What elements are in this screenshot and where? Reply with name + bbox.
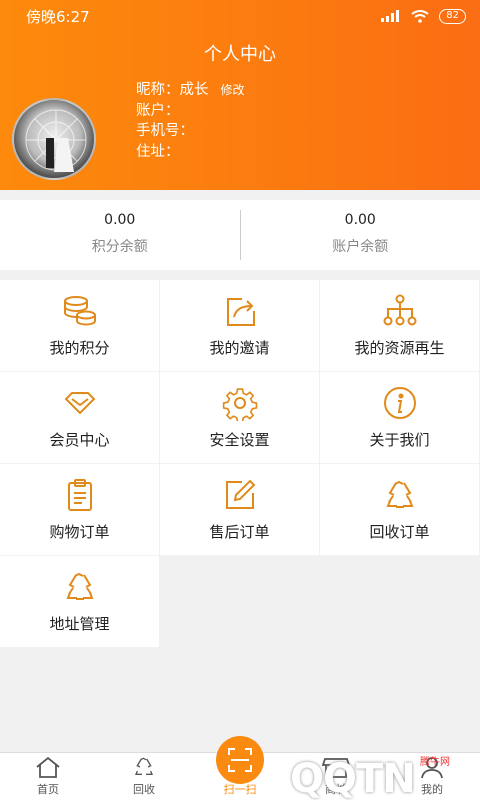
battery-icon: 82 [439,8,466,24]
menu-label: 关于我们 [369,431,430,449]
recycle-icon [135,757,153,775]
menu-item-address[interactable]: 地址管理 [0,556,160,648]
gear-icon [222,388,257,421]
balance-panel: 0.00 积分余额 0.00 账户余额 [0,200,480,270]
menu-label: 会员中心 [49,431,110,449]
menu-label: 我的邀请 [209,339,270,357]
account-label: 账户余额 [332,239,389,255]
tab-label: 首页 [37,783,59,796]
recycle-icon [386,480,413,508]
scan-icon [228,748,252,772]
account-field: 账户： [136,102,180,119]
menu-label: 购物订单 [49,523,110,541]
home-icon [36,756,60,778]
recycle-icon [66,572,93,600]
profile-header: 傍晚6:27 82 个人中心 昵称：成长 修改 账户： 手机号： 住址： [0,0,480,190]
tab-label: 回收 [133,783,155,796]
store-icon [322,758,350,778]
avatar[interactable] [12,98,96,180]
menu-item-security[interactable]: 安全设置 [160,372,320,464]
coins-icon [63,296,96,326]
menu-item-points[interactable]: 我的积分 [0,280,160,372]
clipboard-icon [67,479,92,511]
tab-label: 我的 [421,783,443,796]
page-title: 个人中心 [204,44,276,65]
status-icons: 82 [381,8,466,24]
tab-mine[interactable]: 我的 [384,753,480,800]
account-value: 0.00 [344,212,376,228]
status-bar: 傍晚6:27 82 [0,0,480,32]
tab-recycle[interactable]: 回收 [96,753,192,800]
user-icon [421,757,443,779]
menu-item-recycle-orders[interactable]: 回收订单 [320,464,480,556]
menu-grid: 我的积分 我的邀请 我的资源再生 会员中心 安全设置 关于我们 购物订单 售后订… [0,280,480,648]
info-icon [383,387,416,419]
menu-label: 我的资源再生 [354,339,445,357]
menu-label: 回收订单 [369,523,430,541]
tab-store[interactable]: 商城 [288,753,384,800]
user-info: 昵称：成长 修改 账户： 手机号： 住址： [136,80,245,162]
tab-label: 商城 [325,783,347,796]
menu-label: 地址管理 [49,615,110,633]
points-balance[interactable]: 0.00 积分余额 [0,200,240,270]
signal-icon [381,10,400,22]
menu-item-shopping-orders[interactable]: 购物订单 [0,464,160,556]
edit-nickname-link[interactable]: 修改 [221,83,245,97]
diamond-icon [64,392,95,415]
share-icon [226,298,255,326]
status-time: 傍晚6:27 [26,7,90,26]
nickname: 昵称：成长 [136,82,209,98]
address-field: 住址： [136,143,180,160]
menu-label: 售后订单 [209,523,270,541]
scan-button[interactable] [216,736,264,784]
tab-home[interactable]: 首页 [0,753,96,800]
menu-item-about[interactable]: 关于我们 [320,372,480,464]
wifi-icon [411,9,429,23]
menu-item-aftersale-orders[interactable]: 售后订单 [160,464,320,556]
menu-item-member[interactable]: 会员中心 [0,372,160,464]
phone-field: 手机号： [136,123,194,139]
menu-label: 我的积分 [49,339,110,357]
menu-item-invite[interactable]: 我的邀请 [160,280,320,372]
menu-label: 安全设置 [209,431,270,449]
edit-icon [225,479,255,509]
account-balance[interactable]: 0.00 账户余额 [241,200,480,270]
points-value: 0.00 [104,212,136,228]
menu-item-resource[interactable]: 我的资源再生 [320,280,480,372]
points-label: 积分余额 [91,239,148,255]
hierarchy-icon [383,294,416,326]
